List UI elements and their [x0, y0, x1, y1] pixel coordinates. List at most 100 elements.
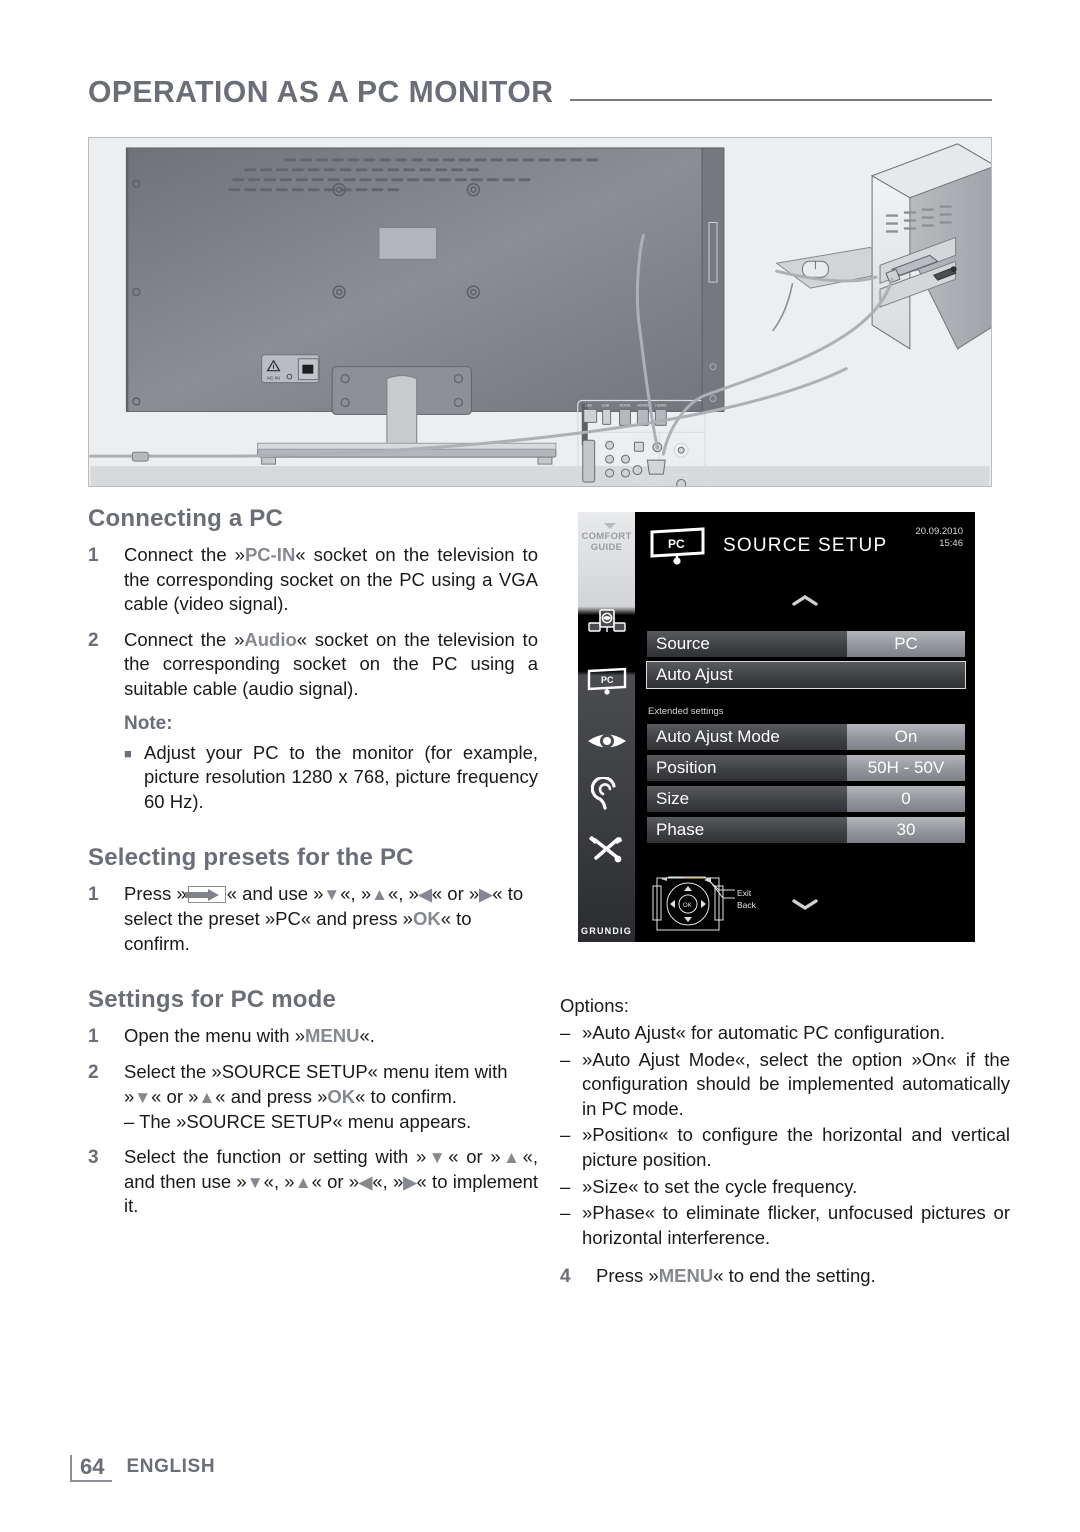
- comfort-line1: COMFORT: [581, 531, 632, 542]
- option-text: »Phase« to eliminate flicker, unfocused …: [582, 1202, 1010, 1248]
- osd-row-label: Size: [647, 786, 847, 812]
- grundig-logo: GRUNDIG: [581, 926, 632, 936]
- page-header: OPERATION AS A PC MONITOR: [88, 55, 992, 107]
- sidebar-item-source[interactable]: [578, 607, 635, 642]
- options-heading: Options:: [560, 995, 629, 1016]
- keyword-menu: MENU: [305, 1025, 360, 1047]
- option-text: »Size« to set the cycle frequency.: [582, 1175, 858, 1197]
- heading-selecting-presets: Selecting presets for the PC: [88, 844, 414, 872]
- left-column: Connecting a PC 1 Connect the »PC-IN« so…: [88, 505, 538, 1230]
- step-number: 1: [88, 545, 99, 566]
- step-number: 3: [88, 1147, 99, 1169]
- text-b: « or »: [151, 1086, 199, 1107]
- osd-title: SOURCE SETUP: [723, 535, 888, 556]
- keyword-menu: MENU: [658, 1265, 714, 1287]
- option-item-phase: – »Phase« to eliminate flicker, unfocuse…: [560, 1201, 1010, 1250]
- tools-settings-icon: [588, 836, 622, 863]
- svg-text:PC-IN: PC-IN: [648, 479, 658, 483]
- svg-text:HDMI1: HDMI1: [620, 403, 631, 407]
- step-text: Press »MENU« to end the setting.: [596, 1264, 1010, 1289]
- osd-row-value[interactable]: 50H - 50V: [847, 755, 965, 781]
- keyword-audio: Audio: [244, 628, 297, 650]
- sep2: «, »: [387, 883, 419, 905]
- osd-date: 20.09.2010: [915, 526, 963, 537]
- step-number: 2: [88, 629, 99, 651]
- header-rule: [569, 99, 992, 101]
- heading-settings-for-pc-mode: Settings for PC mode: [88, 986, 337, 1014]
- osd-row-label: Auto Ajust: [647, 662, 965, 688]
- osd-row-position[interactable]: Position 50H - 50V: [647, 755, 965, 781]
- key-right-icon: ▶: [479, 885, 493, 905]
- option-item-auto-ajust-mode: – »Auto Ajust Mode«, select the option »…: [560, 1048, 1010, 1122]
- text-b: « or »: [448, 1146, 501, 1168]
- text-a: Select the function or setting with »: [124, 1146, 427, 1168]
- source-arrow-key-icon: [184, 886, 226, 904]
- step-text: Select the function or setting with »▼« …: [124, 1145, 538, 1219]
- pc-monitor-icon-header: PC: [650, 527, 705, 565]
- text-e: « or »: [311, 1170, 360, 1192]
- sidebar-item-picture[interactable]: [578, 730, 635, 757]
- scroll-up-chevron-icon[interactable]: [792, 594, 818, 607]
- eye-picture-icon: [587, 734, 626, 748]
- osd-time: 15:46: [939, 538, 963, 550]
- text-post: «.: [359, 1025, 375, 1047]
- text-post: « to end the setting.: [713, 1265, 876, 1287]
- osd-row-value[interactable]: On: [847, 724, 965, 750]
- keyword-ok: OK: [412, 907, 441, 929]
- svg-text:PC: PC: [668, 537, 685, 551]
- ear-sound-icon: [590, 775, 616, 810]
- osd-row-auto-ajust[interactable]: Auto Ajust: [646, 661, 966, 689]
- key-right-icon: ▶: [403, 1172, 417, 1192]
- osd-row-source[interactable]: Source PC: [647, 631, 965, 657]
- svg-text:OUT: OUT: [634, 479, 641, 483]
- sidebar-chevron-up-icon[interactable]: [604, 523, 616, 529]
- svg-text:Pr: Pr: [605, 439, 608, 443]
- step-select-function: 3 Select the function or setting with »▼…: [88, 1145, 538, 1219]
- ac-in-connector: AC IN: [261, 354, 320, 384]
- osd-row-value[interactable]: 30: [847, 817, 965, 843]
- exit-label: Exit: [737, 888, 752, 898]
- key-up-icon: ▲: [371, 885, 388, 905]
- osd-datetime: 20.09.2010 15:46: [915, 526, 963, 551]
- text-c: « and press »: [215, 1086, 328, 1107]
- osd-source-setup-screenshot: COMFORT GUIDE PC GRUNDIG PC SOURCE SETUP…: [578, 512, 975, 942]
- svg-text:AC IN: AC IN: [267, 376, 281, 382]
- step-connect-pcin: 1 Connect the »PC-IN« socket on the tele…: [88, 543, 538, 617]
- step-text: Open the menu with »MENU«.: [124, 1024, 538, 1049]
- step-text: Press » « and use »▼«, »▲«, »◀« or »▶« to…: [124, 882, 538, 956]
- svg-text:LAN: LAN: [585, 403, 592, 407]
- note-text: Adjust your PC to the monitor (for examp…: [144, 741, 538, 812]
- ok-button-label: OK: [683, 903, 692, 909]
- text-press: Press »: [124, 883, 187, 905]
- step-number: 2: [88, 1062, 99, 1084]
- note-heading: Note:: [124, 712, 173, 734]
- osd-row-size[interactable]: Size 0: [647, 786, 965, 812]
- osd-row-value[interactable]: 0: [847, 786, 965, 812]
- sidebar-item-settings[interactable]: [578, 832, 635, 869]
- step-text: Connect the »Audio« socket on the televi…: [124, 628, 538, 702]
- dash-bullet: –: [560, 1022, 571, 1043]
- svg-text:SATELLITE: SATELLITE: [671, 473, 689, 477]
- square-bullet-icon: ■: [124, 745, 132, 761]
- text-pre: Open the menu with »: [124, 1025, 305, 1047]
- key-down-icon: ▼: [134, 1088, 152, 1107]
- sidebar-item-pc[interactable]: PC: [578, 667, 635, 700]
- option-item-auto-ajust: – »Auto Ajust« for automatic PC configur…: [560, 1021, 1010, 1046]
- osd-row-auto-ajust-mode[interactable]: Auto Ajust Mode On: [647, 724, 965, 750]
- text-d: «, »: [263, 1170, 295, 1192]
- tv-pc-connection-illustration: AC IN LAN USB HDMI1 HDMI2 HDMI3 Pr Pb Y …: [88, 137, 992, 487]
- option-text: »Auto Ajust« for automatic PC configurat…: [582, 1022, 946, 1043]
- heading-connecting-a-pc: Connecting a PC: [88, 505, 284, 532]
- option-item-position: – »Position« to configure the horizontal…: [560, 1123, 1010, 1172]
- osd-row-value[interactable]: PC: [847, 631, 965, 657]
- option-text: »Position« to configure the horizontal a…: [582, 1124, 1010, 1170]
- sidebar-item-sound[interactable]: [578, 775, 635, 818]
- svg-text:Pb: Pb: [605, 453, 609, 457]
- page-footer: 64 ENGLISH: [70, 1455, 215, 1483]
- svg-text:HDMI3: HDMI3: [655, 403, 666, 407]
- svg-text:USB: USB: [602, 403, 610, 407]
- osd-header: PC SOURCE SETUP: [647, 526, 887, 566]
- osd-row-phase[interactable]: Phase 30: [647, 817, 965, 843]
- step-select-source-setup: 2 Select the »SOURCE SETUP« menu item wi…: [88, 1060, 538, 1134]
- step-select-preset: 1 Press » « and use »▼«, »▲«, »◀« or »▶« …: [88, 882, 538, 956]
